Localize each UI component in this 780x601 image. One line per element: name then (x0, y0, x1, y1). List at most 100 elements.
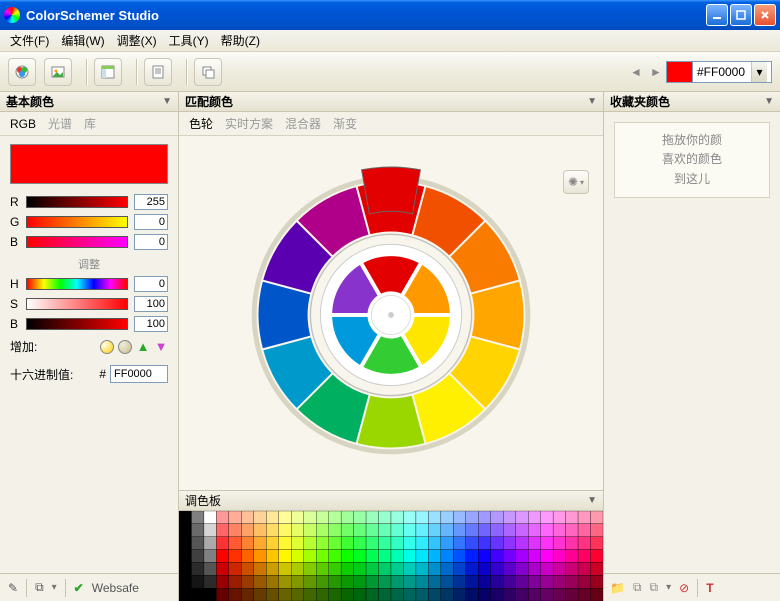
center-pane: 匹配颜色 ▼ 色轮 实时方案 混合器 渐变 ✺▾ (179, 92, 603, 601)
duplicate-icon[interactable]: ⧉ (650, 580, 659, 595)
palette-grid[interactable] (179, 511, 603, 601)
slider-br-input[interactable] (134, 316, 168, 332)
drop-text-1: 拖放你的颜 (662, 131, 722, 150)
center-subtabs: 色轮 实时方案 混合器 渐变 (179, 112, 603, 136)
app-icon (4, 7, 20, 23)
hsb-divider: 调整 (0, 256, 178, 272)
arrow-up-icon[interactable]: ▲ (136, 340, 150, 354)
tab-wheel[interactable]: 色轮 (189, 115, 213, 132)
arrow-down-icon[interactable]: ▼ (154, 340, 168, 354)
slider-g-input[interactable] (134, 214, 168, 230)
chevron-down-icon[interactable]: ▼ (162, 96, 172, 107)
workspace: 基本颜色 ▼ RGB 光谱 库 R G B 调整 H (0, 92, 780, 601)
gear-icon[interactable]: ✺▾ (563, 170, 589, 194)
palette-area: 调色板 ▼ (179, 491, 603, 601)
slider-b: B (0, 232, 178, 252)
slider-br: B (0, 314, 178, 334)
wheel-area: ✺▾ (179, 136, 603, 491)
hex-input[interactable] (693, 65, 751, 79)
slider-s-input[interactable] (134, 296, 168, 312)
folder-icon[interactable]: 📁 (610, 581, 625, 595)
slider-s-label: S (10, 297, 20, 311)
slider-g-label: G (10, 215, 20, 229)
nav-back-icon[interactable]: ◄ (628, 64, 644, 80)
titlebar: ColorSchemer Studio (0, 0, 780, 30)
left-pane-header: 基本颜色 ▼ (0, 92, 178, 112)
right-pane: 收藏夹颜色 ▼ 拖放你的颜 喜欢的颜色 到这儿 📁 ⧉ ⧉ ▾ ⊘ T (603, 92, 780, 601)
websafe-label: Websafe (92, 581, 139, 595)
slider-h-input[interactable] (134, 276, 168, 292)
palette-header: 调色板 ▼ (179, 491, 603, 511)
slider-g-bar[interactable] (26, 216, 128, 228)
hex-swatch (667, 62, 693, 82)
center-pane-title: 匹配颜色 (185, 93, 233, 110)
tab-grad[interactable]: 渐变 (333, 115, 357, 132)
menu-help[interactable]: 帮助(Z) (215, 30, 266, 51)
tool-layout-icon[interactable] (94, 58, 122, 86)
tool-image-icon[interactable] (44, 58, 72, 86)
left-pane-title: 基本颜色 (6, 93, 54, 110)
chevron-down-icon[interactable]: ▼ (587, 96, 597, 107)
minimize-button[interactable] (706, 4, 728, 26)
tool-copy-icon[interactable] (194, 58, 222, 86)
color-preview (10, 144, 168, 184)
slider-h-label: H (10, 277, 20, 291)
center-pane-header: 匹配颜色 ▼ (179, 92, 603, 112)
right-pane-header: 收藏夹颜色 ▼ (604, 92, 780, 112)
menu-adjust[interactable]: 调整(X) (111, 30, 163, 51)
chevron-down-icon[interactable]: ▼ (587, 495, 597, 506)
nav-fwd-icon[interactable]: ► (648, 64, 664, 80)
slider-b-bar[interactable] (26, 236, 128, 248)
tab-spectrum[interactable]: 光谱 (48, 115, 72, 132)
tab-hue[interactable]: 库 (84, 115, 96, 132)
menu-edit[interactable]: 编辑(W) (55, 30, 110, 51)
hex-field[interactable]: ▾ (666, 61, 772, 83)
slider-s: S (0, 294, 178, 314)
slider-r-input[interactable] (134, 194, 168, 210)
maximize-button[interactable] (730, 4, 752, 26)
left-subtabs: RGB 光谱 库 (0, 112, 178, 136)
menu-file[interactable]: 文件(F) (4, 30, 55, 51)
hex-value-input[interactable] (110, 365, 168, 383)
no-icon[interactable]: ⊘ (679, 581, 689, 595)
left-pane: 基本颜色 ▼ RGB 光谱 库 R G B 调整 H (0, 92, 179, 601)
text-icon[interactable]: T (706, 581, 713, 595)
tab-rgb[interactable]: RGB (10, 117, 36, 131)
append-row: 增加: ▲ ▼ (0, 334, 178, 359)
slider-br-bar[interactable] (26, 318, 128, 330)
drop-text-3: 到这儿 (674, 170, 710, 189)
slider-r-label: R (10, 195, 20, 209)
close-button[interactable] (754, 4, 776, 26)
eyedropper-icon[interactable]: ✎ (8, 581, 18, 595)
tab-mixer[interactable]: 混合器 (285, 115, 321, 132)
slider-h: H (0, 274, 178, 294)
slider-b-label: B (10, 235, 20, 249)
palette-title: 调色板 (185, 492, 221, 509)
hex-row: 十六进制值: # (0, 359, 178, 389)
toolbar-separator (86, 59, 88, 85)
menubar: 文件(F) 编辑(W) 调整(X) 工具(Y) 帮助(Z) (0, 30, 780, 52)
slider-b-input[interactable] (134, 234, 168, 250)
moon-icon[interactable] (118, 340, 132, 354)
tab-live[interactable]: 实时方案 (225, 115, 273, 132)
color-wheel[interactable] (185, 142, 597, 484)
slider-r: R (0, 192, 178, 212)
favorites-dropzone[interactable]: 拖放你的颜 喜欢的颜色 到这儿 (614, 122, 770, 198)
slider-r-bar[interactable] (26, 196, 128, 208)
window-buttons (706, 4, 776, 26)
toolbar: ◄ ► ▾ (0, 52, 780, 92)
chevron-down-icon[interactable]: ▼ (764, 96, 774, 107)
slider-h-bar[interactable] (26, 278, 128, 290)
sun-icon[interactable] (100, 340, 114, 354)
check-icon: ✔ (74, 581, 84, 595)
save-icon[interactable]: ⧉ (633, 580, 642, 595)
slider-br-label: B (10, 317, 20, 331)
hex-dropdown-icon[interactable]: ▾ (751, 62, 767, 82)
copy-icon[interactable]: ⧉ (35, 580, 44, 595)
menu-tools[interactable]: 工具(Y) (163, 30, 215, 51)
tool-page-icon[interactable] (144, 58, 172, 86)
app-title: ColorSchemer Studio (26, 8, 706, 23)
right-pane-title: 收藏夹颜色 (610, 93, 670, 110)
tool-color-wheel-icon[interactable] (8, 58, 36, 86)
slider-s-bar[interactable] (26, 298, 128, 310)
